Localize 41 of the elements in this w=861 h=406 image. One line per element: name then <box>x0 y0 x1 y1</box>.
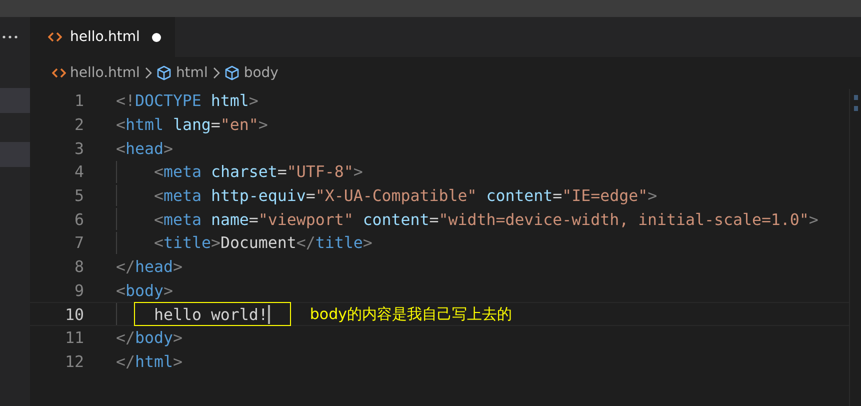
line-number: 12 <box>64 352 84 371</box>
line-number: 6 <box>73 210 84 229</box>
code-line: </body> <box>116 328 182 348</box>
code-line: <body> <box>116 280 173 300</box>
breadcrumb-item[interactable]: body <box>224 65 278 81</box>
code-line: <meta charset="UTF-8"> <box>154 162 363 182</box>
line-number: 8 <box>73 257 84 276</box>
code-file-icon <box>48 32 62 42</box>
code-line: <!DOCTYPE html> <box>116 91 258 110</box>
sidebar-item-highlight[interactable] <box>0 88 30 113</box>
code-line: <head> <box>116 138 173 158</box>
code-line: <title>Document</title> <box>154 233 372 252</box>
line-number: 11 <box>64 328 84 348</box>
line-number: 7 <box>73 233 84 252</box>
text-cursor <box>268 304 270 324</box>
chevron-right-icon <box>212 67 220 79</box>
line-number: 4 <box>73 162 84 182</box>
code-line: </head> <box>116 257 182 276</box>
chevron-right-icon <box>144 67 152 79</box>
code-line: <meta http-equiv="X-UA-Compatible" content="IE=edge"> <box>154 186 658 206</box>
minimap[interactable] <box>849 89 861 406</box>
breadcrumb-item[interactable]: html <box>156 65 208 81</box>
line-number: 9 <box>73 280 84 300</box>
code-file-icon <box>52 68 66 78</box>
more-icon[interactable] <box>2 35 18 39</box>
unsaved-dot-icon <box>152 32 161 42</box>
editor-tab[interactable]: hello.html <box>30 17 175 57</box>
cube-icon <box>224 65 240 81</box>
cube-icon <box>156 65 172 81</box>
code-line: hello world! <box>154 304 268 324</box>
line-number: 3 <box>73 138 84 158</box>
line-number: 10 <box>64 304 84 324</box>
code-line: <meta name="viewport" content="width=device-width, initial-scale=1.0"> <box>154 210 818 229</box>
code-line: </html> <box>116 352 182 371</box>
line-number: 5 <box>73 186 84 206</box>
annotation-text: body的内容是我自己写上去的 <box>310 304 512 324</box>
breadcrumb-item[interactable]: hello.html <box>52 65 140 81</box>
sidebar-item-highlight[interactable] <box>0 142 30 167</box>
line-number: 2 <box>73 115 84 134</box>
line-number: 1 <box>73 91 84 110</box>
code-line: <html lang="en"> <box>116 115 268 134</box>
